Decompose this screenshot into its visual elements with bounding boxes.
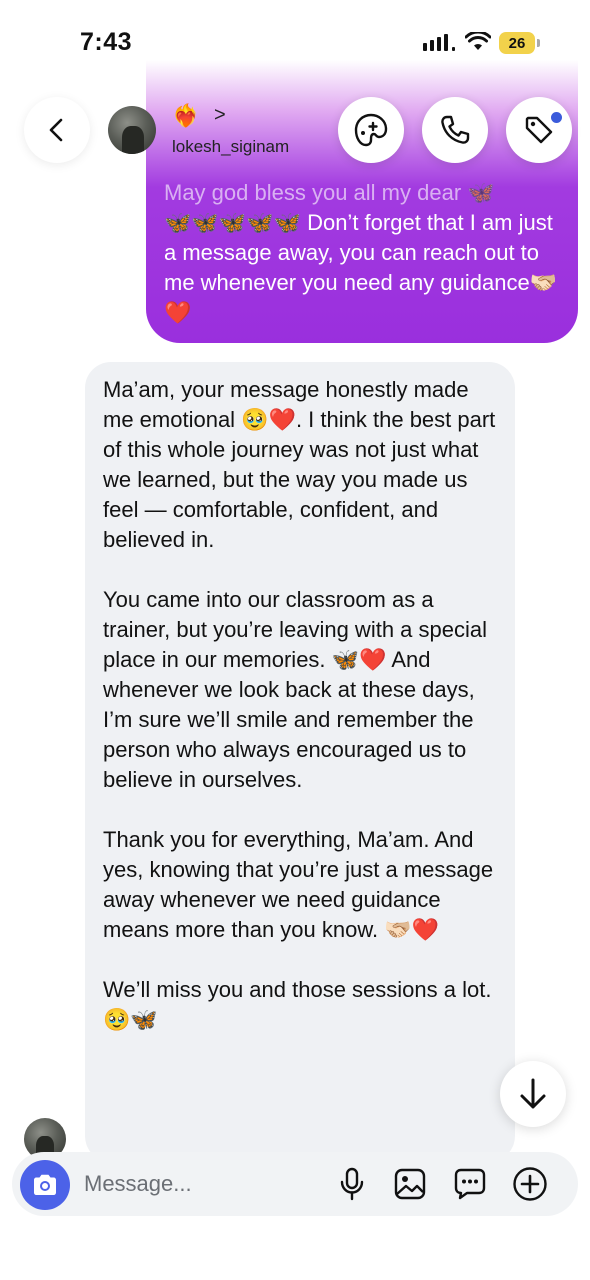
sent-message-faded-line: May god bless you all my dear 🦋 bbox=[164, 180, 495, 205]
battery-icon: 26 bbox=[499, 32, 535, 54]
camera-button[interactable] bbox=[20, 1160, 70, 1210]
tag-button[interactable] bbox=[506, 97, 572, 163]
received-message-text: Ma’am, your message honestly made me emo… bbox=[103, 377, 496, 1032]
chevron-left-icon bbox=[49, 118, 63, 142]
call-button[interactable] bbox=[422, 97, 488, 163]
image-icon bbox=[394, 1168, 426, 1200]
wifi-icon bbox=[465, 32, 491, 50]
home-indicator-area bbox=[0, 1228, 590, 1280]
sticker-effects-icon bbox=[354, 113, 388, 147]
chevron-right-icon[interactable]: > bbox=[214, 104, 226, 127]
effects-button[interactable] bbox=[338, 97, 404, 163]
scroll-to-bottom-button[interactable] bbox=[500, 1061, 566, 1127]
battery-cap bbox=[537, 39, 540, 47]
sticker-button[interactable] bbox=[452, 1166, 488, 1202]
sent-message-text: May god bless you all my dear 🦋 🦋🦋🦋🦋🦋 Do… bbox=[164, 178, 564, 328]
chat-bubble-icon bbox=[454, 1168, 486, 1200]
username[interactable]: lokesh_siginam bbox=[172, 137, 289, 157]
profile-avatar[interactable] bbox=[108, 106, 156, 154]
gallery-button[interactable] bbox=[392, 1166, 428, 1202]
camera-icon bbox=[34, 1174, 56, 1195]
battery-level: 26 bbox=[508, 34, 526, 52]
microphone-button[interactable] bbox=[334, 1166, 370, 1202]
back-button[interactable] bbox=[24, 97, 90, 163]
notification-dot bbox=[551, 112, 562, 123]
cellular-signal-icon bbox=[423, 34, 455, 51]
phone-icon bbox=[441, 115, 470, 144]
microphone-icon bbox=[340, 1167, 364, 1201]
arrow-down-icon bbox=[520, 1078, 546, 1109]
sent-message-body: 🦋🦋🦋🦋🦋 Don’t forget that I am just a mess… bbox=[164, 210, 558, 325]
add-button[interactable] bbox=[512, 1166, 548, 1202]
plus-circle-icon bbox=[513, 1167, 547, 1201]
profile-emoji[interactable]: ❤️‍🔥 bbox=[172, 103, 199, 129]
status-time: 7:43 bbox=[80, 28, 133, 56]
message-input[interactable] bbox=[84, 1166, 324, 1202]
